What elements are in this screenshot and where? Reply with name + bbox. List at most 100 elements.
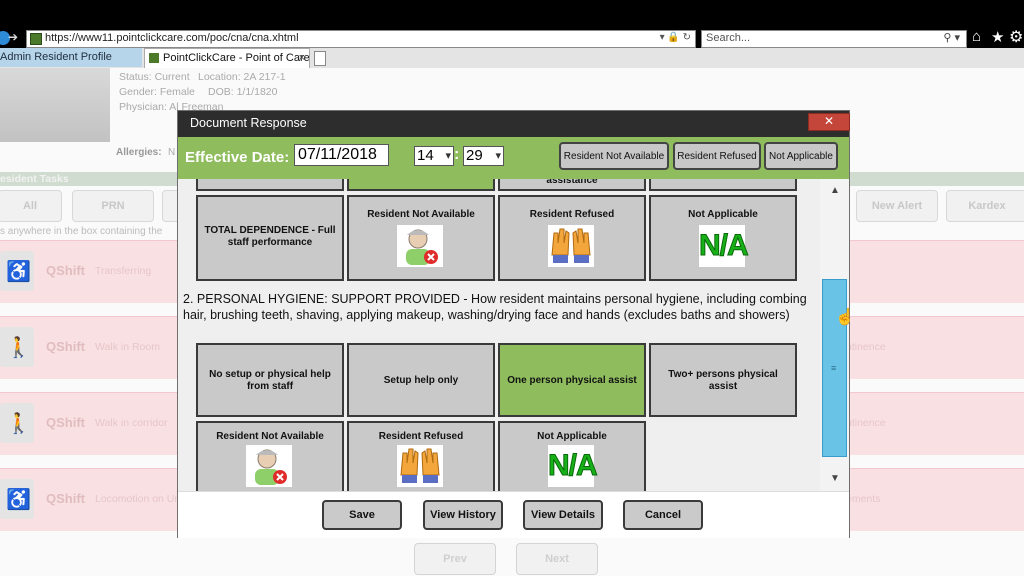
filter-all-button[interactable]: All [0, 190, 62, 222]
effective-date-input[interactable] [294, 144, 389, 166]
scroll-down-icon[interactable]: ▼ [830, 473, 840, 484]
task-name: Locomotion on Uni [95, 493, 183, 505]
url-text: https://www11.pointclickcare.com/poc/cna… [45, 32, 299, 44]
response-card-resident-not-available[interactable]: Resident Not Available [347, 195, 495, 281]
card-label: One person physical assist [507, 375, 637, 386]
home-icon[interactable]: ⌂ [972, 28, 981, 45]
hour-select[interactable]: 14 ▾ [414, 146, 454, 166]
url-tools-icons[interactable]: ▾ 🔒 ↻ [660, 32, 691, 43]
card-label: Not Applicable [688, 209, 758, 220]
tab-admin-resident-profile[interactable]: Admin Resident Profile [0, 48, 142, 67]
card-label: No setup or physical help from staff [209, 369, 331, 392]
task-shift: QShift [46, 263, 85, 278]
view-history-button[interactable]: View History [423, 500, 503, 530]
card-label: Resident Not Available [216, 431, 324, 442]
task-shift: QShift [46, 339, 85, 354]
favorites-star-icon[interactable]: ★ [991, 28, 1004, 46]
response-card-resident-not-available[interactable]: Resident Not Available [196, 421, 344, 491]
response-card-total-dependence[interactable]: TOTAL DEPENDENCE - Full staff performanc… [196, 195, 344, 281]
dialog-titlebar: Document Response ✕ [178, 111, 850, 137]
resident-unavailable-icon [397, 225, 443, 267]
response-card-not-applicable[interactable]: Not Applicable N/A [649, 195, 797, 281]
na-icon: N/A [699, 225, 749, 267]
minute-value: 29 [466, 147, 483, 164]
task-name: Walk in corridor [95, 417, 168, 429]
hands-refused-icon [548, 225, 594, 267]
response-card-partial[interactable] [196, 179, 344, 191]
card-label: Resident Not Available [367, 209, 475, 220]
card-label: Resident Refused [378, 431, 464, 442]
grip-icon: ≡ [831, 363, 837, 373]
time-separator: : [454, 146, 460, 163]
response-card-not-applicable[interactable]: Not Applicable N/A [498, 421, 646, 491]
walking-icon: 🚶 [0, 327, 34, 367]
response-card-two-persons-assist[interactable]: Two+ persons physical assist [649, 343, 797, 417]
task-detail: ntinence [846, 417, 886, 429]
task-name: Walk in Room [95, 341, 160, 353]
resident-location: Location: 2A 217-1 [198, 71, 286, 83]
resident-not-available-button[interactable]: Resident Not Available [559, 142, 669, 170]
question-2-text: 2. PERSONAL HYGIENE: SUPPORT PROVIDED - … [183, 292, 807, 322]
not-applicable-button[interactable]: Not Applicable [764, 142, 838, 170]
response-card-partial-selected[interactable] [347, 179, 495, 191]
allergies-label: Allergies: [116, 147, 162, 158]
minute-select[interactable]: 29 ▾ [463, 146, 504, 166]
cancel-button[interactable]: Cancel [623, 500, 703, 530]
tab-favicon-icon [149, 53, 159, 63]
card-label: Resident Refused [529, 209, 615, 220]
card-label: Not Applicable [537, 431, 607, 442]
tab-close-icon[interactable]: × [299, 49, 305, 68]
transfer-icon: ♿ [0, 251, 34, 291]
document-response-dialog: Document Response ✕ Effective Date: 14 ▾ … [177, 110, 850, 538]
tab-label: PointClickCare - Point of Care... [163, 52, 310, 64]
task-shift: QShift [46, 491, 85, 506]
chevron-down-icon: ▾ [495, 150, 501, 162]
dialog-title: Document Response [190, 116, 307, 130]
task-detail: ntinence [846, 341, 886, 353]
forward-icon[interactable]: ➔ [8, 30, 18, 44]
view-details-button[interactable]: View Details [523, 500, 603, 530]
new-alert-button[interactable]: New Alert [856, 190, 938, 222]
effective-date-label: Effective Date: [185, 149, 290, 166]
tasks-hint: s anywhere in the box containing the [0, 226, 163, 237]
walking-icon: 🚶 [0, 403, 34, 443]
resident-status: Status: Current [119, 71, 190, 83]
dialog-scroll-content[interactable]: assistance TOTAL DEPENDENCE - Full staff… [178, 179, 820, 491]
prev-button[interactable]: Prev [414, 543, 496, 575]
search-icon[interactable]: ⚲ ▾ [943, 31, 960, 44]
scroll-up-icon[interactable]: ▲ [830, 185, 840, 196]
response-card-one-person-assist[interactable]: One person physical assist [498, 343, 646, 417]
response-card-no-setup[interactable]: No setup or physical help from staff [196, 343, 344, 417]
browser-search-input[interactable]: Search... ⚲ ▾ [701, 30, 967, 48]
filter-prn-button[interactable]: PRN [72, 190, 154, 222]
dialog-scrollbar[interactable]: ▲ ≡ ▼ [820, 179, 849, 491]
hands-refused-icon [397, 445, 443, 487]
window-titlebar [0, 0, 1024, 28]
new-tab-button[interactable] [314, 51, 326, 66]
dialog-header: Effective Date: 14 ▾ : 29 ▾ Resident Not A… [178, 137, 849, 179]
kardex-button[interactable]: Kardex [946, 190, 1024, 222]
next-button[interactable]: Next [516, 543, 598, 575]
resident-unavailable-icon [246, 445, 292, 487]
resident-refused-button[interactable]: Resident Refused [673, 142, 761, 170]
url-bar[interactable]: https://www11.pointclickcare.com/poc/cna… [26, 30, 696, 48]
scroll-thumb[interactable]: ≡ [822, 279, 847, 457]
response-card-resident-refused[interactable]: Resident Refused [347, 421, 495, 491]
response-card-setup-help[interactable]: Setup help only [347, 343, 495, 417]
close-icon[interactable]: ✕ [808, 113, 850, 131]
gear-icon[interactable]: ⚙ [1009, 27, 1023, 47]
na-text: N/A [548, 449, 599, 483]
allergies-value: N [168, 147, 176, 158]
hand-cursor-icon: ☝ [835, 309, 855, 326]
resident-gender: Gender: Female [119, 86, 195, 98]
card-label: TOTAL DEPENDENCE - Full staff performanc… [204, 225, 336, 248]
response-card-resident-refused[interactable]: Resident Refused [498, 195, 646, 281]
response-card-partial[interactable] [649, 179, 797, 191]
resident-photo [0, 68, 110, 142]
save-button[interactable]: Save [322, 500, 402, 530]
tab-strip: Admin Resident Profile PointClickCare - … [0, 48, 1024, 69]
card-label: assistance [546, 179, 598, 186]
tab-point-of-care[interactable]: PointClickCare - Point of Care... × [144, 48, 310, 68]
response-card-partial[interactable]: assistance [498, 179, 646, 191]
card-label: Setup help only [383, 375, 459, 386]
